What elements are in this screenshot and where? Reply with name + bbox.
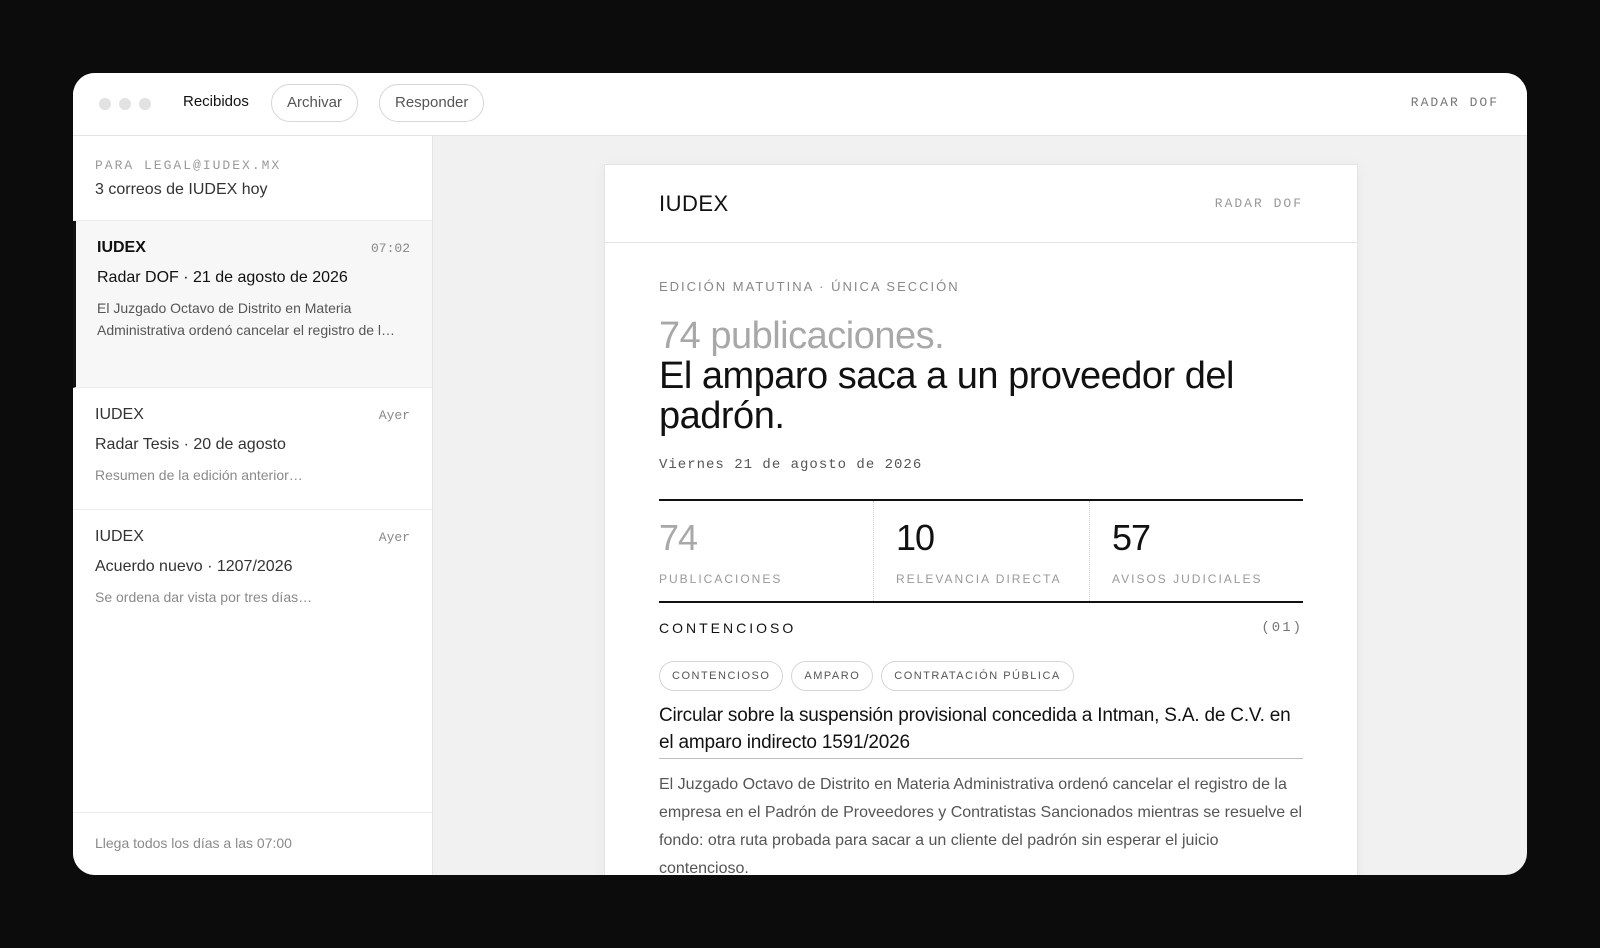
message-time: Ayer xyxy=(378,408,410,423)
message-item-selected[interactable]: IUDEX 07:02 Radar DOF · 21 de agosto de … xyxy=(73,221,432,388)
message-preview: El Juzgado Octavo de Distrito en Materia… xyxy=(97,300,396,338)
message-subject: Radar Tesis · 20 de agosto xyxy=(95,436,286,453)
email-content: IUDEX RADAR DOF EDICIÓN MATUTINA · ÚNICA… xyxy=(604,164,1358,875)
stat-label: AVISOS JUDICIALES xyxy=(1112,572,1263,586)
stat-relevance: 10 RELEVANCIA DIRECTA xyxy=(873,501,1089,601)
close-dot-icon[interactable] xyxy=(99,98,111,110)
message-count: 3 correos de IUDEX hoy xyxy=(95,181,268,198)
message-time: Ayer xyxy=(378,530,410,545)
tag-chip: AMPARO xyxy=(791,661,874,691)
section-number: (01) xyxy=(1261,620,1303,636)
message-subject: Acuerdo nuevo · 1207/2026 xyxy=(95,558,293,575)
window-controls xyxy=(99,98,151,110)
inbox-tab[interactable]: Recibidos xyxy=(183,93,249,110)
minimize-dot-icon[interactable] xyxy=(119,98,131,110)
article-title-link[interactable]: Circular sobre la suspensión provisional… xyxy=(659,702,1303,759)
stat-value: 10 xyxy=(896,517,935,558)
stat-publications: 74 PUBLICACIONES xyxy=(659,501,873,601)
reply-button[interactable]: Responder xyxy=(379,84,485,122)
toolbar: Recibidos Archivar Responder RADAR DOF xyxy=(73,73,1527,136)
edition-label: EDICIÓN MATUTINA · ÚNICA SECCIÓN xyxy=(659,279,960,294)
email-header: IUDEX RADAR DOF xyxy=(605,165,1357,243)
tag-list: CONTENCIOSO AMPARO CONTRATACIÓN PÚBLICA xyxy=(659,661,1303,691)
stat-label: RELEVANCIA DIRECTA xyxy=(896,572,1062,586)
section-header: CONTENCIOSO (01) xyxy=(659,620,1303,636)
message-item[interactable]: IUDEX Ayer Acuerdo nuevo · 1207/2026 Se … xyxy=(73,510,432,632)
email-brand: IUDEX xyxy=(659,190,729,216)
edition-date: Viernes 21 de agosto de 2026 xyxy=(659,457,923,473)
archive-button[interactable]: Archivar xyxy=(271,84,359,122)
headline: El amparo saca a un proveedor del padrón… xyxy=(659,355,1234,437)
article-summary: El Juzgado Octavo de Distrito en Materia… xyxy=(659,776,1303,875)
section-name: CONTENCIOSO xyxy=(659,620,797,636)
headline-count: 74 publicaciones. xyxy=(659,315,945,357)
message-preview: Resumen de la edición anterior… xyxy=(95,467,303,483)
message-sender: IUDEX xyxy=(95,528,144,545)
app-brand: RADAR DOF xyxy=(1410,95,1499,110)
stats-row: 74 PUBLICACIONES 10 RELEVANCIA DIRECTA 5… xyxy=(659,499,1303,603)
stat-notices: 57 AVISOS JUDICIALES xyxy=(1089,501,1303,601)
stat-label: PUBLICACIONES xyxy=(659,572,783,586)
message-sender: IUDEX xyxy=(97,239,146,256)
message-subject: Radar DOF · 21 de agosto de 2026 xyxy=(97,269,348,286)
message-time: 07:02 xyxy=(370,241,410,256)
tag-chip: CONTRATACIÓN PÚBLICA xyxy=(881,661,1074,691)
mail-window: Recibidos Archivar Responder RADAR DOF P… xyxy=(73,73,1527,875)
tag-chip: CONTENCIOSO xyxy=(659,661,784,691)
message-list: PARA LEGAL@IUDEX.MX 3 correos de IUDEX h… xyxy=(73,136,433,875)
email-tag: RADAR DOF xyxy=(1214,196,1303,211)
recipient-address: PARA LEGAL@IUDEX.MX xyxy=(95,158,282,173)
stat-value: 57 xyxy=(1112,517,1151,558)
email-body: EDICIÓN MATUTINA · ÚNICA SECCIÓN 74 publ… xyxy=(605,279,1357,875)
mailbox-header: PARA LEGAL@IUDEX.MX 3 correos de IUDEX h… xyxy=(73,136,432,221)
stat-value: 74 xyxy=(659,517,698,558)
message-preview: Se ordena dar vista por tres días… xyxy=(95,589,313,605)
maximize-dot-icon[interactable] xyxy=(139,98,151,110)
delivery-note: Llega todos los días a las 07:00 xyxy=(73,812,432,875)
message-item[interactable]: IUDEX Ayer Radar Tesis · 20 de agosto Re… xyxy=(73,388,432,510)
message-sender: IUDEX xyxy=(95,406,144,423)
